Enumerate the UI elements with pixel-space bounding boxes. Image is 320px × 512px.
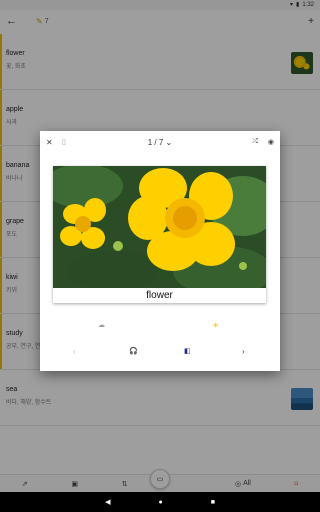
cloud-icon[interactable]: ☁: [98, 321, 105, 329]
pager-label: 1 / 7: [147, 137, 164, 147]
flower-photo: [53, 166, 266, 288]
nav-back-icon[interactable]: ◀: [105, 498, 110, 506]
headphones-icon[interactable]: 🎧: [129, 347, 138, 355]
dialog-controls: ‹ 🎧 ◧ ›: [40, 347, 280, 361]
previous-icon[interactable]: ‹: [73, 347, 76, 356]
nav-recents-icon[interactable]: ■: [211, 499, 215, 506]
sun-icon[interactable]: ☀: [212, 321, 219, 330]
next-icon[interactable]: ›: [242, 347, 245, 356]
shuffle-icon[interactable]: ⤮: [252, 138, 258, 146]
dialog-header: ✕ ▯ 1 / 7 ⌄ ⤮ ◉: [40, 131, 280, 153]
flower-image: [53, 166, 266, 288]
chevron-down-icon: ⌄: [165, 137, 173, 147]
flip-card-icon[interactable]: ◧: [184, 347, 191, 355]
nav-home-icon[interactable]: ●: [158, 499, 162, 506]
card-caption: flower: [146, 290, 173, 301]
system-nav-bar: ◀ ● ■: [0, 492, 320, 512]
document-icon[interactable]: ▯: [62, 138, 66, 146]
eye-icon[interactable]: ◉: [268, 138, 274, 146]
flashcard[interactable]: flower: [53, 166, 266, 303]
flashcard-dialog: ✕ ▯ 1 / 7 ⌄ ⤮ ◉ flower ☁ ☀ ‹ 🎧 ◧ ›: [40, 131, 280, 371]
dialog-options: ☁ ☀: [40, 321, 280, 335]
card-pager[interactable]: 1 / 7 ⌄: [40, 138, 280, 147]
close-icon[interactable]: ✕: [46, 138, 60, 147]
